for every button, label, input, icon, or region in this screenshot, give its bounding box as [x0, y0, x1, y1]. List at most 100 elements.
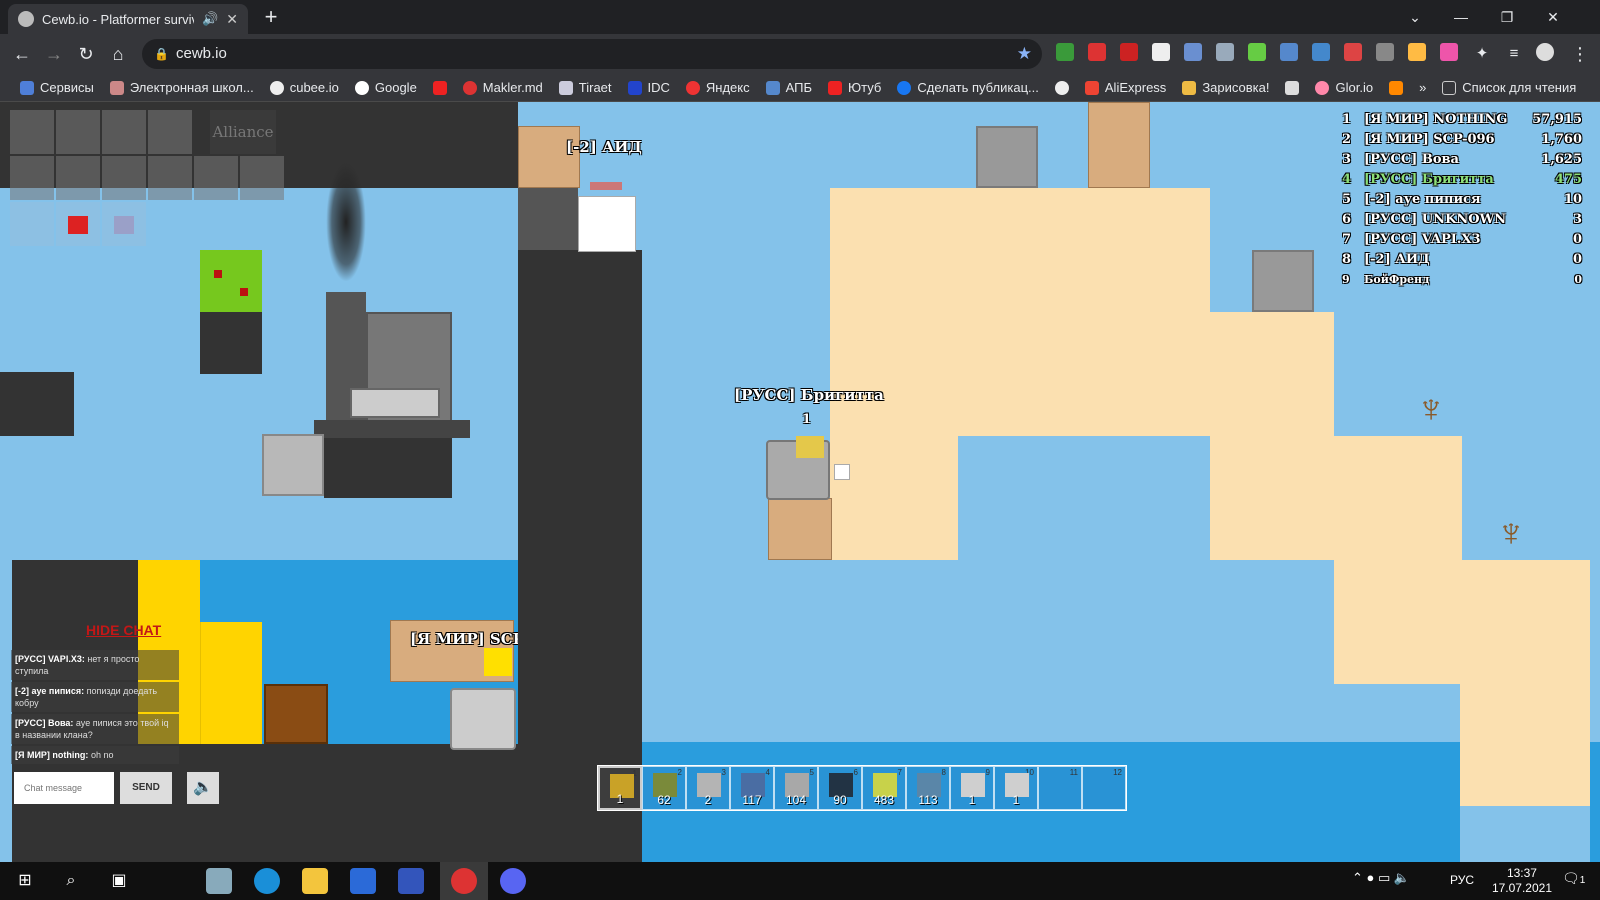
extension-icon[interactable] — [1408, 43, 1426, 61]
new-tab-button[interactable]: + — [258, 4, 284, 30]
menu-icon[interactable]: ⋮ — [1566, 40, 1594, 68]
edge-icon[interactable] — [254, 868, 280, 894]
inventory-slot[interactable] — [10, 156, 54, 200]
save-icon[interactable] — [398, 868, 424, 894]
bookmark-item[interactable] — [425, 80, 455, 95]
extension-icon[interactable] — [1088, 43, 1106, 61]
bookmark-item[interactable] — [1381, 80, 1411, 95]
discord-icon[interactable] — [500, 868, 526, 894]
inventory-slot[interactable] — [148, 156, 192, 200]
game-canvas[interactable]: [Я МИР] SCP-096 [-2] АИД ♆ ♆ [РУСС] Бриг… — [0, 102, 1600, 862]
maximize-button[interactable]: ❐ — [1484, 0, 1530, 34]
language-indicator[interactable]: РУС — [1450, 873, 1474, 887]
extension-icon[interactable] — [1056, 43, 1074, 61]
extension-icon[interactable] — [1312, 43, 1330, 61]
chat-input[interactable] — [14, 772, 114, 804]
address-bar[interactable]: 🔒 cewb.io ★ — [142, 39, 1042, 69]
profile-avatar[interactable] — [1536, 43, 1554, 61]
hide-chat-link[interactable]: HIDE CHAT — [86, 622, 161, 638]
forward-icon[interactable]: → — [40, 40, 68, 68]
bookmark-item[interactable]: AliExpress — [1077, 80, 1174, 95]
bookmark-item[interactable]: Glor.io — [1307, 80, 1381, 95]
close-window-button[interactable]: ✕ — [1530, 0, 1576, 34]
tray-icons[interactable]: ⌃ ● ▭ 🔈 — [1352, 870, 1410, 886]
speaker-icon[interactable]: 🔈 — [187, 772, 219, 804]
bookmark-item[interactable]: Сделать публикац... — [889, 80, 1047, 95]
windows-start-icon[interactable]: ⊞ — [12, 868, 38, 894]
hotbar-slot[interactable]: 4 117 — [730, 766, 774, 810]
hotbar-slot[interactable]: 11 — [1038, 766, 1082, 810]
bookmark-item[interactable]: Электронная школ... — [102, 80, 262, 95]
extension-icon[interactable] — [1184, 43, 1202, 61]
inventory-slot[interactable] — [102, 110, 146, 154]
extension-icon[interactable] — [1248, 43, 1266, 61]
extension-icon[interactable] — [1440, 43, 1458, 61]
minimize-button[interactable]: — — [1438, 0, 1484, 34]
bookmark-item[interactable] — [1047, 80, 1077, 95]
notification-icon[interactable]: 🗨1 — [1562, 870, 1585, 887]
bookmark-item[interactable]: Зарисовка! — [1174, 80, 1277, 95]
bookmark-item[interactable]: Google — [347, 80, 425, 95]
file-explorer-icon[interactable] — [302, 868, 328, 894]
bookmark-star-icon[interactable]: ★ — [1017, 39, 1032, 69]
inventory-slot[interactable] — [102, 156, 146, 200]
facebook-icon — [897, 80, 912, 95]
extension-icon[interactable] — [1216, 43, 1234, 61]
search-icon[interactable]: ⌕ — [58, 868, 84, 894]
bookmark-item[interactable]: IDC — [620, 80, 678, 95]
store-icon[interactable] — [350, 868, 376, 894]
extension-icon[interactable] — [1120, 43, 1138, 61]
bookmark-item[interactable]: Сервисы — [12, 80, 102, 95]
puzzle-icon[interactable]: ✦ — [1468, 40, 1496, 68]
bookmark-item[interactable]: cubee.io — [262, 80, 347, 95]
task-view-icon[interactable]: ▣ — [106, 868, 132, 894]
hotbar-slot[interactable]: 12 — [1082, 766, 1126, 810]
gold-block — [200, 622, 262, 744]
inventory-slot[interactable] — [10, 202, 54, 246]
audio-icon[interactable]: 🔊 — [202, 11, 218, 27]
browser-tab[interactable]: Cewb.io - Platformer survival 🔊 ✕ — [8, 4, 248, 34]
more-bookmarks-button[interactable]: » — [1411, 80, 1434, 95]
bookmark-item[interactable]: Makler.md — [455, 80, 551, 95]
hotbar-slot[interactable]: 11 — [598, 766, 642, 810]
hotbar-slot[interactable]: 6 90 — [818, 766, 862, 810]
home-icon[interactable]: ⌂ — [104, 40, 132, 68]
reading-mode-icon[interactable]: ≡ — [1500, 40, 1528, 68]
inventory-slot[interactable] — [240, 156, 284, 200]
bookmark-item[interactable] — [1277, 80, 1307, 95]
chrome-icon[interactable] — [451, 868, 477, 894]
hotbar-slot[interactable]: 32 — [686, 766, 730, 810]
hotbar-slot[interactable]: 10 1 — [994, 766, 1038, 810]
extension-icon[interactable] — [1376, 43, 1394, 61]
inventory-slot[interactable] — [56, 202, 100, 246]
inventory-slot[interactable] — [56, 156, 100, 200]
tab-search-icon[interactable]: ⌄ — [1392, 0, 1438, 34]
bookmark-item[interactable]: Яндекс — [678, 80, 758, 95]
bookmark-item[interactable]: Tiraet — [551, 80, 620, 95]
hotbar-slot[interactable]: 2 62 — [642, 766, 686, 810]
dead-tree-icon: ♆ — [1496, 511, 1526, 555]
back-icon[interactable]: ← — [8, 40, 36, 68]
reload-icon[interactable]: ↻ — [72, 40, 100, 68]
inventory-slot[interactable] — [10, 110, 54, 154]
hotbar-slot[interactable]: 5 104 — [774, 766, 818, 810]
send-button[interactable]: SEND — [120, 772, 172, 804]
inventory-slot[interactable] — [194, 156, 238, 200]
chest[interactable] — [264, 684, 328, 744]
inventory-slot[interactable] — [56, 110, 100, 154]
close-tab-icon[interactable]: ✕ — [226, 11, 238, 28]
extension-icon[interactable] — [1280, 43, 1298, 61]
bookmark-item[interactable]: АПБ — [758, 80, 820, 95]
paint-icon[interactable] — [206, 868, 232, 894]
extension-icon[interactable] — [1344, 43, 1362, 61]
inventory-slot[interactable] — [148, 110, 192, 154]
extension-icon[interactable] — [1152, 43, 1170, 61]
hotbar-slot[interactable]: 91 — [950, 766, 994, 810]
hotbar-slot[interactable]: 7 483 — [862, 766, 906, 810]
clock[interactable]: 13:37 17.07.2021 — [1492, 866, 1552, 896]
alliance-button[interactable]: Alliance — [210, 110, 276, 154]
inventory-slot[interactable] — [102, 202, 146, 246]
hotbar-slot[interactable]: 8 113 — [906, 766, 950, 810]
reading-list-button[interactable]: Список для чтения — [1434, 80, 1584, 95]
bookmark-item[interactable]: Ютуб — [820, 80, 889, 95]
